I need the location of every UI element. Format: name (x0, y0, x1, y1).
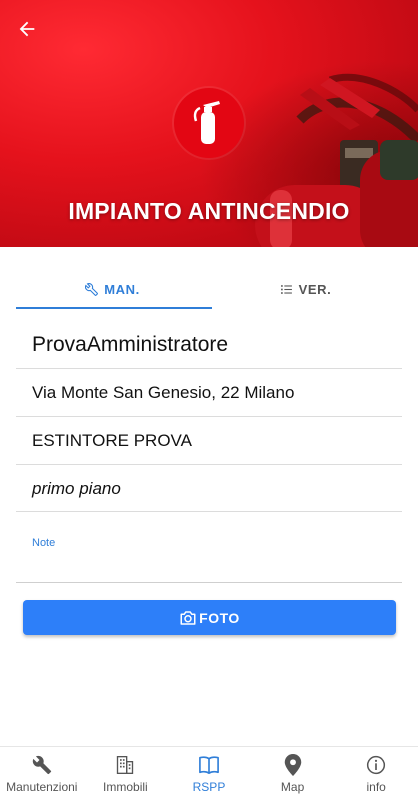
foto-button[interactable]: FOTO (23, 600, 396, 635)
nav-item-info[interactable]: info (334, 747, 418, 800)
bottom-navigation: Manutenzioni Immobili RSPP Map info (0, 746, 418, 800)
administrator-value: ProvaAmministratore (32, 333, 229, 356)
nav-item-info-label: info (366, 779, 386, 794)
device-value: ESTINTORE PROVA (32, 431, 192, 450)
device-field: ESTINTORE PROVA (16, 418, 402, 465)
category-badge (174, 88, 244, 158)
book-icon (198, 754, 220, 776)
nav-item-map-label: Map (280, 779, 305, 794)
nav-item-map[interactable]: Map (251, 747, 335, 800)
notes-input[interactable] (16, 552, 402, 583)
nav-item-immobili[interactable]: Immobili (84, 747, 168, 800)
nav-item-manutenzioni[interactable]: Manutenzioni (0, 747, 84, 800)
info-icon (365, 754, 387, 776)
fire-extinguisher-icon (193, 101, 220, 144)
tab-manutenzione-label: MAN. (104, 281, 140, 297)
building-icon (114, 754, 136, 776)
tab-bar: MAN. VER. (16, 268, 402, 310)
active-tab-indicator (16, 307, 212, 309)
wrench-icon (85, 282, 99, 296)
back-button[interactable] (12, 14, 42, 44)
camera-icon (180, 610, 196, 625)
nav-item-manutenzioni-label: Manutenzioni (6, 779, 78, 794)
administrator-field: ProvaAmministratore (16, 322, 402, 369)
wrench-icon (31, 754, 53, 776)
tab-verifiche-label: VER. (298, 281, 332, 297)
page-title: IMPIANTO ANTINCENDIO (68, 198, 350, 224)
nav-item-immobili-label: Immobili (103, 779, 148, 794)
header-banner: IMPIANTO ANTINCENDIO (0, 0, 418, 247)
foto-button-label: FOTO (199, 609, 240, 626)
tab-manutenzione[interactable]: MAN. (16, 268, 209, 310)
tab-verifiche[interactable]: VER. (209, 268, 402, 310)
location-field: primo piano (16, 466, 402, 512)
arrow-left-icon (19, 21, 35, 37)
nav-item-rspp-label: RSPP (192, 779, 226, 794)
location-value: primo piano (32, 478, 121, 498)
notes-label: Note (32, 537, 56, 549)
address-value: Via Monte San Genesio, 22 Milano (32, 383, 295, 402)
address-field: Via Monte San Genesio, 22 Milano (16, 370, 402, 417)
list-icon (280, 284, 292, 294)
nav-item-rspp[interactable]: RSPP (167, 747, 251, 800)
map-marker-icon (282, 753, 304, 776)
